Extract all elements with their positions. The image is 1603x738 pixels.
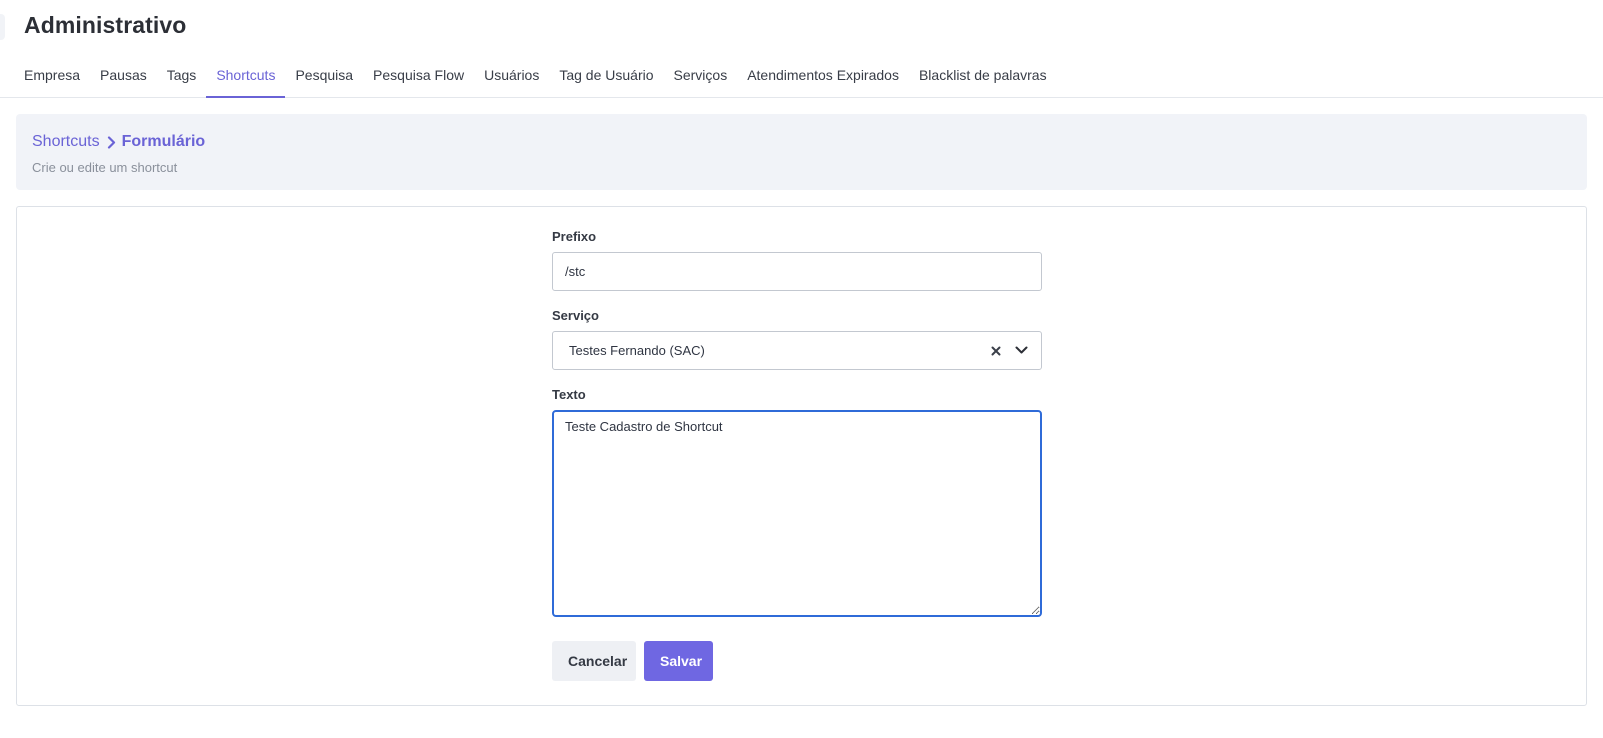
tab-servicos[interactable]: Serviços bbox=[664, 54, 738, 97]
chevron-right-icon bbox=[107, 135, 116, 149]
save-button[interactable]: Salvar bbox=[644, 641, 713, 681]
text-textarea[interactable]: Teste Cadastro de Shortcut bbox=[552, 410, 1042, 617]
breadcrumb-shortcuts-link[interactable]: Shortcuts bbox=[32, 133, 100, 151]
cancel-button[interactable]: Cancelar bbox=[552, 641, 636, 681]
tab-bar: Empresa Pausas Tags Shortcuts Pesquisa P… bbox=[0, 54, 1603, 98]
text-label: Texto bbox=[552, 387, 586, 402]
service-select[interactable]: Testes Fernando (SAC) bbox=[552, 331, 1042, 370]
page-header-panel: Shortcuts Formulário Crie ou edite um sh… bbox=[16, 114, 1587, 190]
page-title: Administrativo bbox=[24, 12, 187, 38]
service-select-value: Testes Fernando (SAC) bbox=[569, 343, 705, 358]
tab-tag-de-usuario[interactable]: Tag de Usuário bbox=[549, 54, 663, 97]
service-label: Serviço bbox=[552, 308, 599, 323]
breadcrumb-current: Formulário bbox=[121, 133, 206, 150]
tab-pesquisa-flow[interactable]: Pesquisa Flow bbox=[363, 54, 474, 97]
tab-pausas[interactable]: Pausas bbox=[90, 54, 157, 97]
clear-icon[interactable] bbox=[989, 344, 1003, 358]
tab-pesquisa[interactable]: Pesquisa bbox=[285, 54, 363, 97]
tab-blacklist-de-palavras[interactable]: Blacklist de palavras bbox=[909, 54, 1057, 97]
form-card: Prefixo Serviço Testes Fernando (SAC) Te… bbox=[16, 206, 1587, 706]
prefix-label: Prefixo bbox=[552, 229, 597, 244]
tab-tags[interactable]: Tags bbox=[157, 54, 207, 97]
tab-shortcuts[interactable]: Shortcuts bbox=[206, 54, 286, 98]
breadcrumb: Shortcuts Formulário bbox=[32, 133, 1571, 151]
tab-empresa[interactable]: Empresa bbox=[14, 54, 90, 97]
shortcut-form: Prefixo Serviço Testes Fernando (SAC) Te… bbox=[552, 229, 1042, 681]
chevron-down-icon[interactable] bbox=[1013, 343, 1029, 359]
page-subtitle: Crie ou edite um shortcut bbox=[32, 160, 178, 175]
tab-atendimentos-expirados[interactable]: Atendimentos Expirados bbox=[737, 54, 909, 97]
prefix-input[interactable] bbox=[552, 252, 1042, 291]
tab-usuarios[interactable]: Usuários bbox=[474, 54, 549, 97]
form-actions: Cancelar Salvar bbox=[552, 641, 1042, 681]
collapsed-sidebar-edge bbox=[0, 14, 5, 40]
